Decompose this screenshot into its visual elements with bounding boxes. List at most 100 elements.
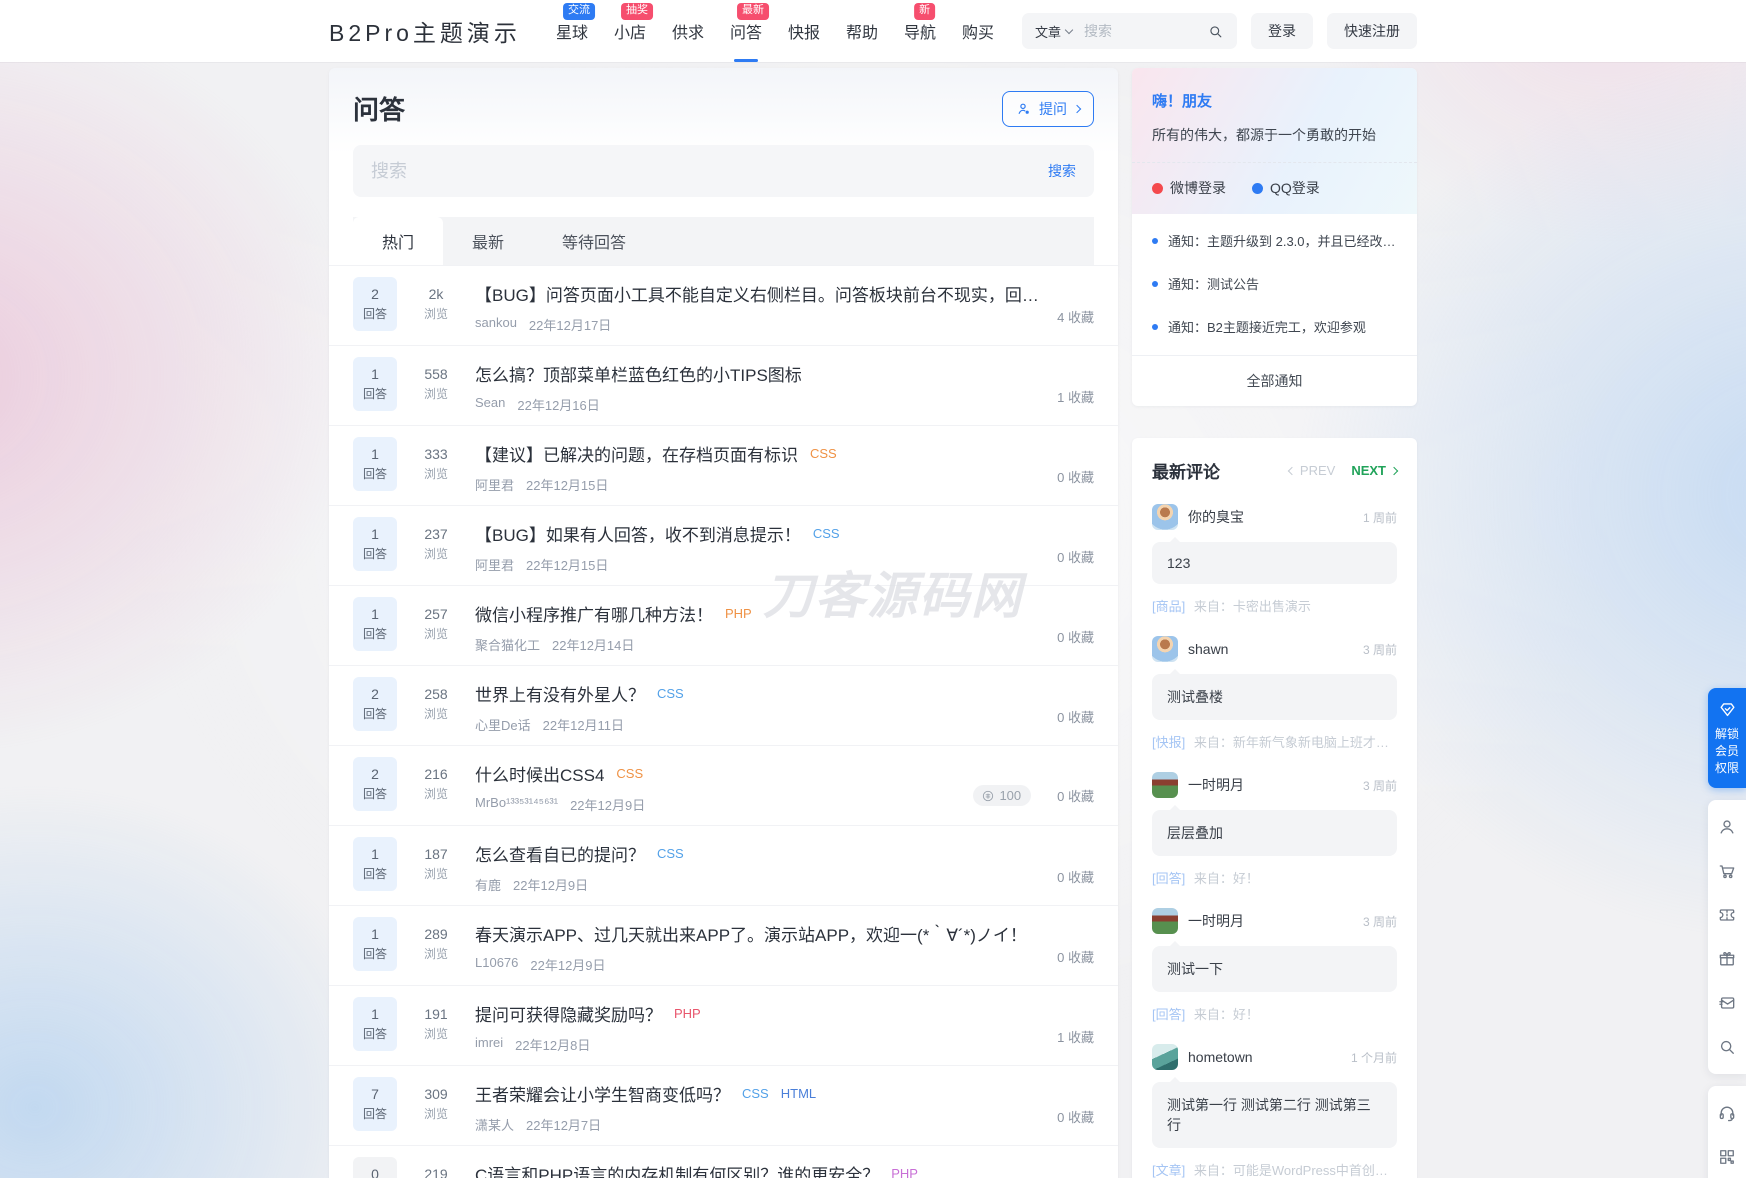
nav-item[interactable]: 购买 <box>949 0 1007 62</box>
comment-source[interactable]: [商品] 来自：卡密出售演示 <box>1152 596 1397 615</box>
question-title[interactable]: 【BUG】问答页面小工具不能自定义右侧栏目。问答板块前台不现实，回答不提示。所… <box>475 281 1043 306</box>
ask-question-button[interactable]: 提问 <box>1002 90 1094 127</box>
avatar[interactable] <box>1152 1044 1178 1070</box>
question-title[interactable]: 王者荣耀会让小学生智商变低吗？ <box>475 1081 730 1106</box>
comment-bubble[interactable]: 层层叠加 <box>1152 805 1397 856</box>
question-row[interactable]: 0 回答 219 浏览 C语言和PHP语言的内存机制有何区别？谁的更安全？ <box>329 1145 1118 1178</box>
comment-bubble[interactable]: 测试叠楼 <box>1152 669 1397 720</box>
question-row[interactable]: 1 回答 289 浏览 春天演示APP、过几天就出来APP了。演示站APP，欢迎… <box>329 905 1118 985</box>
login-button[interactable]: 登录 <box>1251 13 1313 49</box>
nav-item[interactable]: 新 导航 <box>891 0 949 62</box>
notice-item[interactable]: 通知：B2主题接近完工，欢迎参观 <box>1152 305 1397 348</box>
customer-service-icon[interactable] <box>1708 1091 1746 1135</box>
comment-source[interactable]: [快报] 来自：新年新气象新电脑上班才爽AM… <box>1152 732 1397 751</box>
question-row[interactable]: 1 回答 187 浏览 怎么查看自已的提问？ CSS 有鹿 22年12月9日 0… <box>329 825 1118 905</box>
nav-item[interactable]: 快报 <box>775 0 833 62</box>
question-author[interactable]: 心里De话 <box>475 715 531 734</box>
avatar[interactable] <box>1152 636 1178 662</box>
question-title[interactable]: C语言和PHP语言的内存机制有何区别？谁的更安全？ <box>475 1161 879 1178</box>
tab[interactable]: 热门 <box>353 217 444 265</box>
question-author[interactable]: 潇某人 <box>475 1115 514 1134</box>
comment-bubble[interactable]: 测试第一行 测试第二行 测试第三行 <box>1152 1077 1397 1148</box>
tab[interactable]: 最新 <box>443 217 533 265</box>
nav-item[interactable]: 抽奖 小店 <box>601 0 659 62</box>
navbar-search-input[interactable] <box>1084 23 1207 39</box>
qa-search-input[interactable] <box>371 160 1048 182</box>
question-row[interactable]: 2 回答 258 浏览 世界上有没有外星人？ CSS 心里De话 22年12月1… <box>329 665 1118 745</box>
avatar[interactable] <box>1152 908 1178 934</box>
comment-bubble[interactable]: 123 <box>1152 537 1397 584</box>
comment-source[interactable]: [文章] 来自：可能是WordPress中首创的自… <box>1152 1160 1397 1178</box>
avatar[interactable] <box>1152 504 1178 530</box>
user-icon[interactable] <box>1708 805 1746 849</box>
question-row[interactable]: 1 回答 558 浏览 怎么搞？顶部菜单栏蓝色红色的小TIPS图标 Sean 2… <box>329 345 1118 425</box>
topic-tag[interactable]: PHP <box>674 1006 701 1021</box>
question-row[interactable]: 1 回答 237 浏览 【BUG】如果有人回答，收不到消息提示！ CSS 阿里君… <box>329 505 1118 585</box>
question-row[interactable]: 2 回答 216 浏览 什么时候出CSS4 CSS MrBo¹³³⁵³¹⁴⁵⁶³… <box>329 745 1118 825</box>
question-row[interactable]: 1 回答 333 浏览 【建议】已解决的问题，在存档页面有标识 CSS 阿里君 … <box>329 425 1118 505</box>
all-notices-button[interactable]: 全部通知 <box>1132 355 1417 406</box>
search-category-dropdown[interactable]: 文章 <box>1035 22 1074 41</box>
social-login-button[interactable]: QQ登录 <box>1252 178 1320 198</box>
nav-item[interactable]: 供求 <box>659 0 717 62</box>
register-button[interactable]: 快速注册 <box>1327 13 1417 49</box>
search-icon[interactable] <box>1708 1025 1746 1069</box>
social-login-button[interactable]: 微博登录 <box>1152 178 1226 198</box>
question-author[interactable]: 聚合猫化工 <box>475 635 540 654</box>
comment-source[interactable]: [回答] 来自：好！ <box>1152 1004 1397 1023</box>
question-title[interactable]: 微信小程序推广有哪几种方法！ <box>475 601 713 626</box>
topic-tag[interactable]: CSS <box>616 766 643 781</box>
tab[interactable]: 等待回答 <box>533 217 655 265</box>
question-title[interactable]: 怎么查看自已的提问？ <box>475 841 645 866</box>
question-title[interactable]: 【建议】已解决的问题，在存档页面有标识 <box>475 441 798 466</box>
unlock-vip-button[interactable]: 解锁 会员 权限 <box>1708 688 1746 788</box>
question-title[interactable]: 【BUG】如果有人回答，收不到消息提示！ <box>475 521 801 546</box>
question-title[interactable]: 春天演示APP、过几天就出来APP了。演示站APP，欢迎一(*｀∀´*)ノイ！ <box>475 921 1027 946</box>
gift-icon[interactable] <box>1708 937 1746 981</box>
qa-search-button[interactable]: 搜索 <box>1048 161 1076 181</box>
question-row[interactable]: 1 回答 191 浏览 提问可获得隐藏奖励吗？ PHP imrei 22年12月… <box>329 985 1118 1065</box>
question-title[interactable]: 怎么搞？顶部菜单栏蓝色红色的小TIPS图标 <box>475 361 802 386</box>
comment-bubble[interactable]: 测试一下 <box>1152 941 1397 992</box>
site-logo[interactable]: B2Pro主题演示 <box>329 14 521 48</box>
comment-author[interactable]: shawn <box>1188 641 1228 657</box>
topic-tag[interactable]: CSS <box>657 686 684 701</box>
topic-tag[interactable]: CSS <box>657 846 684 861</box>
question-author[interactable]: L10676 <box>475 955 518 974</box>
next-button[interactable]: NEXT <box>1351 463 1399 478</box>
topic-tag[interactable]: PHP <box>891 1166 918 1178</box>
notice-item[interactable]: 通知：主题升级到 2.3.0，并且已经改… <box>1152 219 1397 262</box>
nav-item[interactable]: 交流 星球 <box>543 0 601 62</box>
topic-tag[interactable]: CSS <box>813 526 840 541</box>
topic-tag[interactable]: HTML <box>781 1086 816 1101</box>
search-icon[interactable] <box>1207 23 1224 40</box>
topic-tag[interactable]: CSS <box>742 1086 769 1101</box>
nav-item[interactable]: 帮助 <box>833 0 891 62</box>
question-row[interactable]: 7 回答 309 浏览 王者荣耀会让小学生智商变低吗？ CSS HTML 潇某人… <box>329 1065 1118 1145</box>
cart-icon[interactable] <box>1708 849 1746 893</box>
avatar[interactable] <box>1152 772 1178 798</box>
question-author[interactable]: Sean <box>475 395 505 414</box>
question-row[interactable]: 1 回答 257 浏览 微信小程序推广有哪几种方法！ PHP 聚合猫化工 22年… <box>329 585 1118 665</box>
prev-button[interactable]: PREV <box>1287 463 1335 478</box>
question-title[interactable]: 提问可获得隐藏奖励吗？ <box>475 1001 662 1026</box>
question-title[interactable]: 世界上有没有外星人？ <box>475 681 645 706</box>
nav-item[interactable]: 最新 问答 <box>717 0 775 62</box>
question-row[interactable]: 2 回答 2k 浏览 【BUG】问答页面小工具不能自定义右侧栏目。问答板块前台不… <box>329 265 1118 345</box>
question-author[interactable]: MrBo¹³³⁵³¹⁴⁵⁶³¹ <box>475 795 558 814</box>
topic-tag[interactable]: CSS <box>810 446 837 461</box>
comment-author[interactable]: hometown <box>1188 1049 1253 1065</box>
question-title[interactable]: 什么时候出CSS4 <box>475 761 604 786</box>
comment-author[interactable]: 一时明月 <box>1188 775 1244 795</box>
comment-author[interactable]: 你的臭宝 <box>1188 507 1244 527</box>
ticket-icon[interactable] <box>1708 893 1746 937</box>
question-author[interactable]: sankou <box>475 315 517 334</box>
comment-author[interactable]: 一时明月 <box>1188 911 1244 931</box>
mail-send-icon[interactable] <box>1708 981 1746 1025</box>
question-author[interactable]: 阿里君 <box>475 555 514 574</box>
question-author[interactable]: 阿里君 <box>475 475 514 494</box>
question-author[interactable]: imrei <box>475 1035 503 1054</box>
notice-item[interactable]: 通知：测试公告 <box>1152 262 1397 305</box>
comment-source[interactable]: [回答] 来自：好！ <box>1152 868 1397 887</box>
topic-tag[interactable]: PHP <box>725 606 752 621</box>
